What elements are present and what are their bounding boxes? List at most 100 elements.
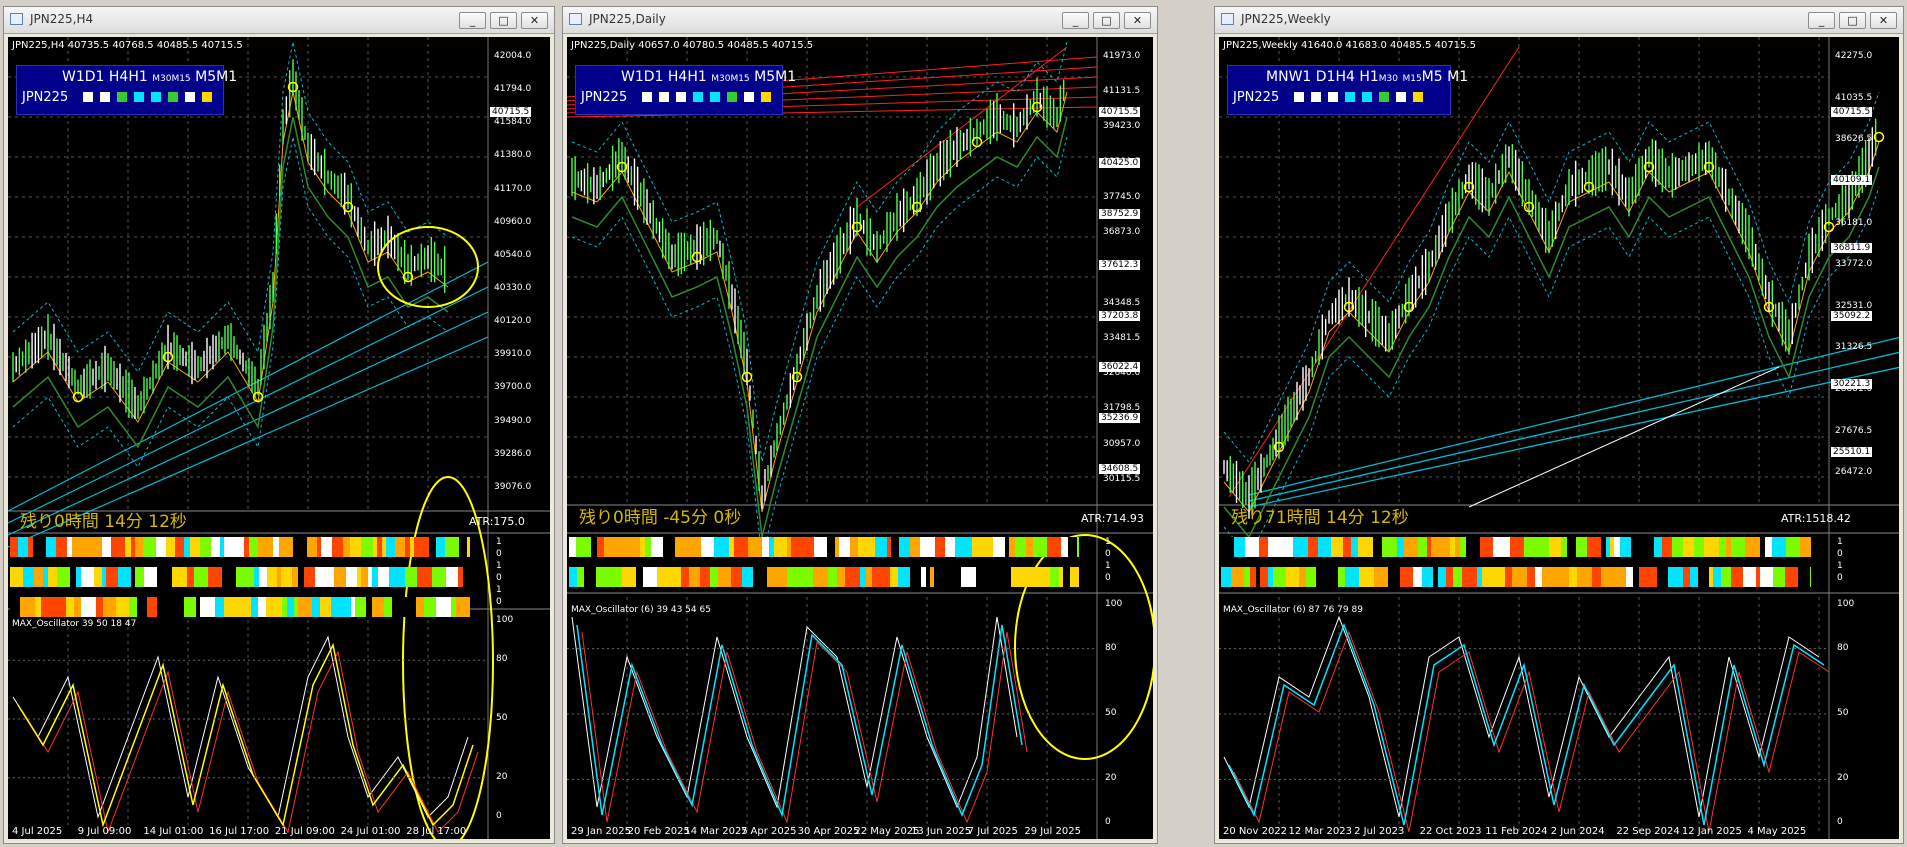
stripe-segment <box>144 567 157 587</box>
stripe-segment <box>81 597 96 617</box>
date-axis-label: 14 Jul 01:00 <box>143 826 204 837</box>
maximize-button[interactable]: □ <box>1839 12 1866 29</box>
stripe-segment <box>251 597 258 617</box>
stripe-segment <box>1438 567 1446 587</box>
stripe-segment <box>236 567 246 587</box>
stripe-segment <box>1719 537 1726 557</box>
chart-area[interactable]: JPN225,Daily 40657.0 40780.5 40485.5 407… <box>567 37 1153 839</box>
timeframe-status-square <box>1413 92 1423 102</box>
oscillator-level: 50 <box>1837 708 1849 718</box>
stripe-segment <box>34 567 43 587</box>
stripe-segment <box>172 567 187 587</box>
chart-window-weekly[interactable]: JPN225,Weekly _ □ ✕ JPN225,Weekly 41640.… <box>1214 6 1904 844</box>
date-axis-label: 22 Oct 2023 <box>1419 826 1482 837</box>
stripe-segment <box>845 567 860 587</box>
titlebar[interactable]: JPN225,Weekly _ □ ✕ <box>1215 7 1903 34</box>
chart-canvas[interactable] <box>567 37 1153 839</box>
date-axis-label: 22 Sep 2024 <box>1616 826 1680 837</box>
stripe-segment <box>166 537 175 557</box>
maximize-button[interactable]: □ <box>490 12 517 29</box>
chart-area[interactable]: JPN225,H4 40735.5 40768.5 40485.5 40715.… <box>8 37 550 839</box>
stripe-marker: 1 <box>1837 537 1843 547</box>
stripe-segment <box>1418 537 1427 557</box>
stripe-segment <box>10 567 23 587</box>
stripe-segment <box>1683 537 1694 557</box>
date-axis-label: 11 Feb 2024 <box>1485 826 1548 837</box>
stripe-segment <box>1482 567 1496 587</box>
stripe-segment <box>597 537 604 557</box>
price-level-box: 35092.2 <box>1831 311 1873 321</box>
oscillator-label: MAX_Oscillator (6) 87 76 79 89 <box>1223 605 1363 615</box>
oscillator-level: 50 <box>496 713 508 723</box>
stripe-segment <box>1466 537 1480 557</box>
bollinger-band <box>1223 186 1880 558</box>
chart-window-daily[interactable]: JPN225,Daily _ □ ✕ JPN225,Daily 40657.0 … <box>562 6 1158 844</box>
close-button[interactable]: ✕ <box>1870 12 1897 29</box>
stripe-segment <box>1615 567 1626 587</box>
chart-area[interactable]: JPN225,Weekly 41640.0 41683.0 40485.5 40… <box>1219 37 1899 839</box>
stripe-marker: 1 <box>496 561 502 571</box>
timeframe-status-square <box>134 92 144 102</box>
timeframe-status-square <box>761 92 771 102</box>
stripe-segment <box>1422 567 1433 587</box>
stripe-marker: 1 <box>1105 537 1111 547</box>
stripe-segment <box>147 597 157 617</box>
timeframe-status-square <box>185 92 195 102</box>
stripe-segment <box>1512 567 1527 587</box>
oscillator-level: 80 <box>1837 642 1849 653</box>
date-axis-label: 2 Jun 2024 <box>1550 826 1605 837</box>
stripe-segment <box>143 537 156 557</box>
stripe-segment <box>233 537 244 557</box>
bollinger-band <box>571 136 1068 558</box>
price-axis-label: 39286.0 <box>494 448 532 459</box>
minimize-button[interactable]: _ <box>1808 12 1835 29</box>
price-candles <box>1223 118 1877 519</box>
stripe-segment <box>910 537 920 557</box>
stripe-segment <box>1773 567 1785 587</box>
close-button[interactable]: ✕ <box>521 12 548 29</box>
timeframe-status-square <box>659 92 669 102</box>
minimize-button[interactable]: _ <box>459 12 486 29</box>
stripe-segment <box>890 567 898 587</box>
oscillator-level: 20 <box>496 771 508 782</box>
color-stripe-row <box>1221 537 1811 557</box>
oscillator-level: 0 <box>1837 817 1843 827</box>
stripe-marker: 0 <box>496 573 502 583</box>
timeframe-status-square <box>151 92 161 102</box>
titlebar[interactable]: JPN225,Daily _ □ ✕ <box>563 7 1157 34</box>
titlebar[interactable]: JPN225,H4 _ □ ✕ <box>4 7 554 34</box>
timeframe-status-square <box>117 92 127 102</box>
stripe-segment <box>1592 567 1601 587</box>
stripe-segment <box>1373 537 1382 557</box>
stripe-segment <box>298 597 312 617</box>
stripe-segment <box>102 537 111 557</box>
minimize-button[interactable]: _ <box>1062 12 1089 29</box>
stripe-segment <box>753 567 767 587</box>
chart-canvas[interactable] <box>1219 37 1899 839</box>
timeframe-status-square <box>642 92 652 102</box>
stripe-segment <box>1555 567 1569 587</box>
candle-countdown: 残り71時間 14分 12秒 <box>1231 508 1409 528</box>
date-axis-label: 12 Jan 2025 <box>1681 826 1742 837</box>
stripe-segment <box>1721 567 1731 587</box>
stripe-segment <box>424 597 436 617</box>
maximize-button[interactable]: □ <box>1093 12 1120 29</box>
stripe-segment <box>577 567 584 587</box>
annotation-circle <box>402 476 494 839</box>
stripe-segment <box>1397 537 1404 557</box>
oscillator-level: 80 <box>496 654 508 665</box>
stripe-segment <box>813 567 828 587</box>
grid-lines <box>567 37 1097 831</box>
stripe-segment <box>1316 567 1324 587</box>
stripe-segment <box>1527 567 1535 587</box>
stripe-segment <box>81 567 94 587</box>
stripe-segment <box>569 537 576 557</box>
timeframe-labels: MNW1 D1H4 H1M30 M15M5 M1 <box>1266 69 1469 85</box>
chart-canvas[interactable] <box>8 37 550 839</box>
close-button[interactable]: ✕ <box>1124 12 1151 29</box>
stripe-segment <box>636 567 643 587</box>
timeframe-panel: W1D1 H4H1 M30M15 M5M1 JPN225 <box>16 65 237 115</box>
stripe-segment <box>1299 567 1306 587</box>
stripe-segment <box>41 597 53 617</box>
chart-window-h4[interactable]: JPN225,H4 _ □ ✕ JPN225,H4 40735.5 40768.… <box>3 6 555 844</box>
